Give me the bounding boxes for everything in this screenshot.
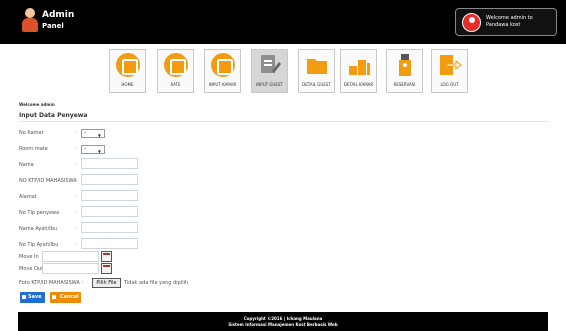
select-value: – xyxy=(84,146,87,152)
save-button[interactable]: Save xyxy=(20,292,45,303)
menu-label: LOG OUT xyxy=(440,82,459,87)
welcome-message: Welcome admin to Pandawa kost xyxy=(486,15,533,28)
rate-icon xyxy=(164,53,188,77)
field-colon: : xyxy=(75,226,77,232)
welcome-box: Welcome admin to Pandawa kost xyxy=(455,8,557,36)
menu-item-rate[interactable]: RATE xyxy=(157,49,194,93)
cancel-label: Cancel xyxy=(60,294,79,300)
room-mate-select[interactable]: – ▼ xyxy=(81,145,105,154)
save-label: Save xyxy=(28,294,42,300)
menu-label: DETAIL GUEST xyxy=(302,82,331,87)
no-kamar-label: No Kamar xyxy=(19,130,44,136)
parent-phone-label: No Tlp Ayah/Ibu xyxy=(19,242,59,248)
calendar-icon[interactable] xyxy=(101,263,112,274)
menu-label: RATE xyxy=(170,82,181,87)
cancel-button[interactable]: Cancel xyxy=(50,292,81,303)
building-icon xyxy=(349,60,370,75)
field-colon: : xyxy=(75,178,77,184)
menu-item-input-guest[interactable]: INPUT GUEST xyxy=(251,49,288,93)
move-in-input[interactable] xyxy=(42,251,99,262)
parent-name-input[interactable] xyxy=(81,222,138,233)
move-in-label: Move In xyxy=(19,254,39,260)
file-picker-button[interactable]: Pilih File xyxy=(92,278,121,288)
document-edit-icon xyxy=(261,55,281,73)
chevron-down-icon: ▼ xyxy=(97,133,101,138)
menu-label: INPUT GUEST xyxy=(256,82,283,87)
move-out-input[interactable] xyxy=(42,263,99,274)
menu-label: HOME xyxy=(121,82,134,87)
menu-item-detail-guest[interactable]: DETAIL GUEST xyxy=(298,49,335,93)
menu-label: RESERVASI xyxy=(393,82,416,87)
form-title: Input Data Penyewa xyxy=(19,112,88,119)
folder-icon xyxy=(307,59,327,74)
reservation-icon xyxy=(399,54,411,76)
field-colon: : xyxy=(75,194,77,200)
move-out-label: Move Out xyxy=(19,266,44,272)
brand-title: Admin xyxy=(42,10,75,20)
field-colon: : xyxy=(75,162,77,168)
chevron-down-icon: ▼ xyxy=(97,149,101,154)
bed-icon xyxy=(211,53,235,77)
photo-label: Foto KTP/ID MAHASISWA : xyxy=(19,280,84,286)
file-status: Tidak ada file yang dipilih xyxy=(124,280,189,286)
alamat-label: Alamat xyxy=(19,194,37,200)
top-header: Admin Panel Welcome admin to Pandawa kos… xyxy=(0,0,566,44)
calendar-icon[interactable] xyxy=(101,251,112,262)
admin-user-icon xyxy=(20,8,40,34)
field-colon: : xyxy=(75,210,77,216)
menu-label: INPUT KAMAR xyxy=(208,82,237,87)
home-icon xyxy=(116,53,140,77)
field-colon: : xyxy=(75,146,77,152)
alamat-input[interactable] xyxy=(81,190,138,201)
menu-label: DETAIL KAMAR xyxy=(343,82,374,87)
system-name: Sistem Informasi Manajemen Kost Berbasis… xyxy=(228,322,338,327)
footer: Copyright ©2016 | Ichang Maulana Sistem … xyxy=(18,312,548,331)
menu-item-home[interactable]: HOME xyxy=(109,49,146,93)
copyright-text: Copyright ©2016 | Ichang Maulana xyxy=(243,316,323,321)
phone-label: No Tlp penyewa xyxy=(19,210,60,216)
cancel-icon xyxy=(52,295,56,299)
room-mate-label: Room mate xyxy=(19,146,48,152)
brand-subtitle: Panel xyxy=(42,22,64,30)
ktp-label: NO KTP/ID MAHASISWA xyxy=(19,178,77,184)
menu-item-input-kamar[interactable]: INPUT KAMAR xyxy=(204,49,241,93)
welcome-label: Welcome admin xyxy=(19,102,55,107)
main-navigation: HOME RATE INPUT KAMAR INPUT GUEST DETAIL… xyxy=(0,44,566,94)
menu-item-reservasi[interactable]: RESERVASI xyxy=(386,49,423,93)
logout-icon xyxy=(440,55,462,75)
nama-input[interactable] xyxy=(81,158,138,169)
divider xyxy=(19,121,549,122)
phone-input[interactable] xyxy=(81,206,138,217)
no-kamar-select[interactable]: – ▼ xyxy=(81,129,105,138)
menu-item-detail-kamar[interactable]: DETAIL KAMAR xyxy=(340,49,377,93)
field-colon: : xyxy=(75,130,77,136)
field-colon: : xyxy=(75,242,77,248)
select-value: – xyxy=(84,130,87,136)
parent-name-label: Nama Ayah/Ibu xyxy=(19,226,58,232)
ktp-input[interactable] xyxy=(81,174,138,185)
user-avatar-icon xyxy=(462,13,481,32)
parent-phone-input[interactable] xyxy=(81,238,138,249)
menu-item-logout[interactable]: LOG OUT xyxy=(431,49,468,93)
save-icon xyxy=(22,295,26,299)
nama-label: Nama xyxy=(19,162,34,168)
